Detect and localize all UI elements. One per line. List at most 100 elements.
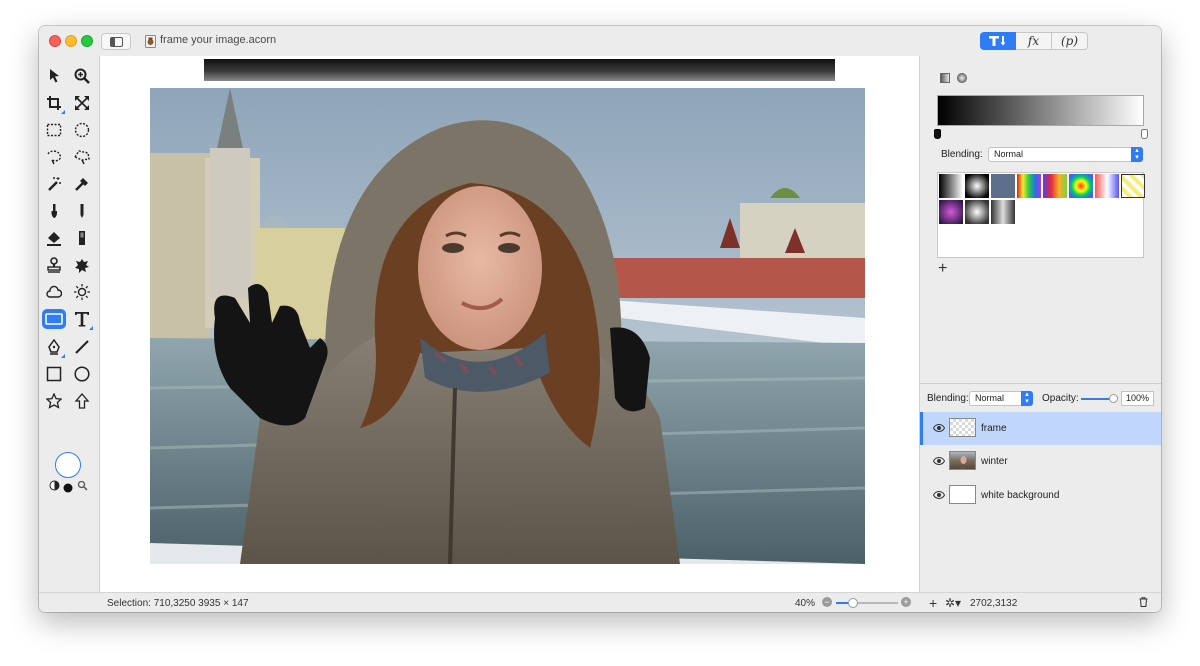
layer-row-frame[interactable]: frame	[920, 412, 1161, 445]
add-layer-button[interactable]: +	[929, 595, 937, 611]
eye-icon[interactable]	[933, 491, 945, 499]
stamp-icon	[47, 257, 61, 273]
minimize-window-button[interactable]	[65, 35, 77, 47]
select-arrow-tool[interactable]	[43, 65, 65, 87]
acorn-document-icon	[145, 35, 156, 48]
trash-icon[interactable]	[1139, 597, 1148, 607]
color-wand-tool[interactable]	[71, 173, 93, 195]
line-tool[interactable]	[71, 336, 93, 358]
zoom-tool[interactable]	[71, 65, 93, 87]
zoom-out-button[interactable]: −	[822, 597, 832, 607]
splatter-tool[interactable]	[71, 254, 93, 276]
gradient-preset-swatch[interactable]	[965, 174, 989, 198]
gradient-preset-swatch[interactable]	[1121, 174, 1145, 198]
gradient-preset-swatch[interactable]	[1017, 174, 1041, 198]
layer-row-winter[interactable]: winter	[920, 445, 1161, 478]
gradient-preset-swatch[interactable]	[991, 200, 1015, 224]
fill-color-well[interactable]	[55, 452, 81, 478]
filters-icon: fx	[1027, 34, 1040, 48]
text-tool[interactable]	[71, 308, 93, 330]
chevron-updown-icon: ▴ ▾	[1021, 391, 1033, 406]
gradient-preset-swatch[interactable]	[991, 174, 1015, 198]
pencil-tool[interactable]	[71, 200, 93, 222]
canvas-area[interactable]	[99, 56, 920, 592]
eye-icon[interactable]	[933, 457, 945, 465]
eye-icon[interactable]	[933, 424, 945, 432]
gradient-blending-select[interactable]: Normal ▴ ▾	[988, 147, 1143, 162]
ellipse-select-tool[interactable]	[71, 119, 93, 141]
gradient-preset-swatch[interactable]	[939, 200, 963, 224]
gradient-preset-swatch[interactable]	[1095, 174, 1119, 198]
gradient-preset-swatch[interactable]	[965, 200, 989, 224]
text-tool-icon	[989, 36, 1006, 46]
zoom-window-button[interactable]	[81, 35, 93, 47]
transform-tool[interactable]	[71, 92, 93, 114]
stroke-color-well[interactable]	[63, 483, 73, 493]
tab-plugins[interactable]: (p)	[1052, 32, 1088, 50]
swap-colors-icon[interactable]	[49, 480, 60, 491]
opacity-field[interactable]: 100%	[1121, 391, 1154, 406]
bezier-pen-tool[interactable]	[43, 336, 65, 358]
add-gradient-icon[interactable]: +	[938, 260, 947, 278]
gradient-end-stop[interactable]	[1141, 129, 1148, 139]
lasso-tool[interactable]	[43, 146, 65, 168]
layer-thumbnail	[949, 485, 976, 504]
zoom-in-button[interactable]: +	[901, 597, 911, 607]
layer-thumbnail	[949, 418, 976, 437]
close-window-button[interactable]	[49, 35, 61, 47]
submenu-indicator	[61, 354, 65, 358]
clone-stamp-tool[interactable]	[43, 254, 65, 276]
oval-tool[interactable]	[71, 363, 93, 385]
rectangle-shape-tool[interactable]	[42, 309, 66, 329]
opacity-slider-knob[interactable]	[1109, 394, 1118, 403]
radial-gradient-type-icon[interactable]	[957, 73, 967, 83]
zoom-slider-knob[interactable]	[847, 598, 858, 608]
sun-icon	[74, 284, 90, 300]
circle-icon	[74, 366, 90, 382]
chevron-updown-icon: ▴ ▾	[1131, 147, 1143, 162]
rect-marquee-icon	[46, 123, 62, 137]
lasso-icon	[47, 150, 62, 165]
cursor-coordinates: 2702,3132	[970, 598, 1018, 609]
layer-row-white-background[interactable]: white background	[920, 479, 1161, 512]
frame-layer-strip[interactable]	[204, 59, 835, 81]
arrow-pointer-icon	[50, 69, 59, 83]
zoom-slider[interactable]	[836, 598, 898, 608]
tab-filters[interactable]: fx	[1016, 32, 1052, 50]
paint-bucket-tool[interactable]	[43, 227, 65, 249]
winter-photo[interactable]	[150, 88, 865, 564]
polygon-lasso-tool[interactable]	[71, 146, 93, 168]
app-window: frame your image.acorn fx (p) Blending: …	[39, 26, 1161, 612]
gradient-preset-swatch[interactable]	[939, 174, 963, 198]
cloud-icon	[46, 285, 62, 298]
sun-tool[interactable]	[71, 281, 93, 303]
crop-icon	[47, 96, 61, 110]
rect-select-tool[interactable]	[43, 119, 65, 141]
gradient-start-stop[interactable]	[934, 129, 941, 139]
gradient-preset-swatch[interactable]	[1069, 174, 1093, 198]
magic-wand-tool[interactable]	[43, 173, 65, 195]
rectangle-tool-icon	[45, 313, 63, 325]
arrow-shape-tool[interactable]	[71, 390, 93, 412]
gradient-presets	[937, 172, 1145, 258]
winter-thumbnail-image	[960, 456, 967, 469]
star-icon	[46, 393, 62, 409]
star-tool[interactable]	[43, 390, 65, 412]
title-bar: frame your image.acorn fx (p)	[39, 26, 1161, 56]
crop-tool[interactable]	[43, 92, 65, 114]
gradient-tool[interactable]	[71, 227, 93, 249]
eyedropper-icon[interactable]	[77, 480, 88, 491]
linear-gradient-type-icon[interactable]	[940, 73, 950, 83]
document-title: frame your image.acorn	[160, 34, 277, 46]
tab-tool-inspector[interactable]	[980, 32, 1016, 50]
splatter-icon	[75, 259, 89, 273]
layer-blending-select[interactable]: Normal ▴ ▾	[969, 391, 1033, 406]
brush-tool[interactable]	[43, 200, 65, 222]
gradient-editor-bar[interactable]	[937, 95, 1144, 126]
toggle-sidebar-button[interactable]	[101, 33, 131, 50]
gradient-icon	[79, 231, 85, 245]
cloud-tool[interactable]	[43, 281, 65, 303]
gradient-preset-swatch[interactable]	[1043, 174, 1067, 198]
rectangle-tool[interactable]	[43, 363, 65, 385]
layer-actions-gear-icon[interactable]: ✲▾	[945, 596, 961, 610]
